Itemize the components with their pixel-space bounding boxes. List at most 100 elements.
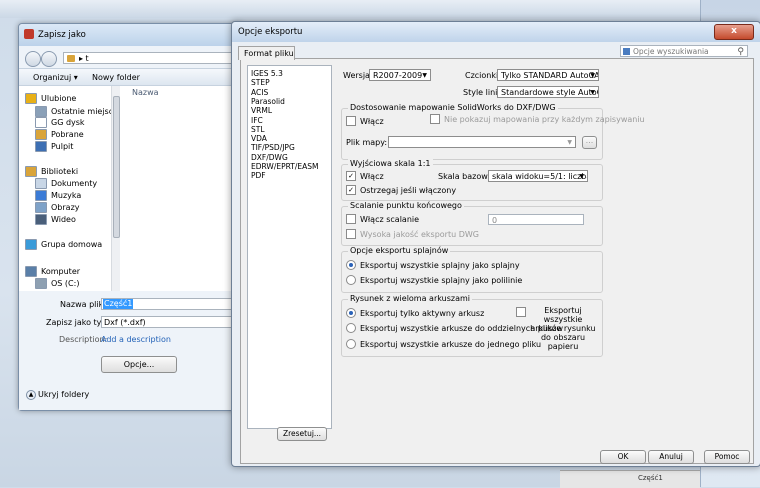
scale-warn-checkbox[interactable]: ✓ Ostrzegaj jeśli włączony bbox=[346, 184, 456, 197]
format-item[interactable]: PDF bbox=[251, 171, 266, 181]
version-select[interactable]: R2007-2009 ▼ bbox=[369, 69, 431, 81]
merge-group-title: Scalanie punktu końcowego bbox=[348, 201, 464, 210]
sheets-opt1-label: Eksportuj tylko aktywny arkusz bbox=[360, 309, 485, 318]
mapping-enable-checkbox[interactable]: Włącz bbox=[346, 115, 384, 128]
chevron-up-icon[interactable]: ▲ bbox=[26, 390, 36, 400]
tree-item-label: Muzyka bbox=[51, 191, 82, 200]
tree-item[interactable]: Ulubione bbox=[25, 93, 76, 105]
chevron-down-icon: ▼ bbox=[590, 89, 595, 96]
mapfile-label: Plik mapy: bbox=[346, 138, 388, 147]
tree-item-label: Obrazy bbox=[51, 203, 80, 212]
mapping-dont-show-checkbox[interactable]: Nie pokazuj mapowania przy każdym zapisy… bbox=[430, 113, 645, 126]
drive-icon bbox=[35, 278, 47, 289]
options-button[interactable]: Opcje... bbox=[101, 356, 177, 373]
file-icon bbox=[35, 117, 47, 128]
breadcrumb[interactable]: ▸ t bbox=[79, 54, 89, 63]
search-placeholder: Opcje wyszukiwania bbox=[633, 47, 709, 56]
cancel-button[interactable]: Anuluj bbox=[648, 450, 694, 464]
filename-value: Część1 bbox=[103, 299, 134, 309]
splines-group: Opcje eksportu splajnów Eksportuj wszyst… bbox=[341, 246, 603, 293]
chevron-down-icon: ▼ bbox=[422, 72, 427, 79]
forward-button[interactable] bbox=[41, 51, 57, 67]
address-bar[interactable]: ▸ t bbox=[63, 52, 239, 64]
sheets-single-radio[interactable]: Eksportuj wszystkie arkusze do jednego p… bbox=[346, 338, 541, 351]
tree-item[interactable]: Pulpit bbox=[35, 141, 73, 153]
merge-hq-label: Wysoka jakość eksportu DWG bbox=[360, 230, 479, 239]
mapping-group: Dostosowanie mapowanie SolidWorks do DXF… bbox=[341, 103, 645, 160]
search-options-input[interactable]: Opcje wyszukiwania ⚲ bbox=[620, 45, 748, 57]
scale-group-title: Wyjściowa skala 1:1 bbox=[348, 159, 433, 168]
scrollbar-thumb[interactable] bbox=[113, 96, 120, 238]
add-description-link[interactable]: Add a description bbox=[101, 335, 171, 344]
tab-file-format[interactable]: Format pliku bbox=[238, 46, 295, 60]
folder-icon bbox=[67, 55, 75, 62]
tree-item[interactable]: Grupa domowa bbox=[25, 239, 102, 251]
browse-button[interactable]: ... bbox=[582, 136, 597, 149]
mapping-enable-label: Włącz bbox=[360, 117, 384, 126]
tree-item-label: Pobrane bbox=[51, 130, 84, 139]
tree-item-label: GG dysk bbox=[51, 118, 85, 127]
merge-group: Scalanie punktu końcowego Włącz scalanie… bbox=[341, 201, 603, 246]
file-format-panel: IGES 5.3 STEP ACIS Parasolid VRML IFC STL VDA TI… bbox=[240, 58, 754, 464]
sheets-active-radio[interactable]: Eksportuj tylko aktywny arkusz bbox=[346, 307, 485, 320]
search-icon[interactable]: ⚲ bbox=[737, 46, 744, 58]
splines-as-polylines-radio[interactable]: Eksportuj wszystkie splajny jako polilin… bbox=[346, 274, 523, 287]
navigation-scrollbar[interactable] bbox=[111, 86, 120, 291]
options-icon bbox=[623, 48, 630, 55]
tree-item[interactable]: Biblioteki bbox=[25, 166, 78, 178]
tree-item-label: Komputer bbox=[41, 267, 81, 276]
tree-item[interactable]: GG dysk bbox=[35, 117, 85, 129]
merge-enable-checkbox[interactable]: Włącz scalanie bbox=[346, 213, 419, 226]
new-folder-button[interactable]: Nowy folder bbox=[92, 73, 140, 82]
close-button[interactable]: x bbox=[714, 24, 754, 40]
tree-item[interactable]: Wideo bbox=[35, 214, 76, 226]
export-options-dialog: Opcje eksportu x Format pliku Opcje wysz… bbox=[231, 21, 760, 467]
splines-as-splines-radio[interactable]: Eksportuj wszystkie splajny jako splajny bbox=[346, 259, 520, 272]
pictures-icon bbox=[35, 202, 47, 213]
format-list[interactable]: IGES 5.3 STEP ACIS Parasolid VRML IFC STL VDA TI… bbox=[247, 65, 332, 429]
radio-dot bbox=[346, 322, 356, 333]
tree-item-label: Grupa domowa bbox=[41, 240, 103, 249]
recent-places-icon bbox=[35, 106, 47, 117]
organize-menu[interactable]: Organizuj ▾ bbox=[33, 73, 78, 82]
tree-item[interactable]: Dokumenty bbox=[35, 178, 97, 190]
help-button[interactable]: Pomoc bbox=[704, 450, 750, 464]
save-options-area: Nazwa pliku: Część1 Zapisz jako typ: Dxf… bbox=[19, 292, 241, 410]
background-app-toolbar bbox=[0, 0, 700, 18]
scale-enable-label: Włącz bbox=[360, 172, 384, 181]
hide-folders-toggle[interactable]: Ukryj foldery bbox=[38, 390, 89, 399]
export-options-title: Opcje eksportu bbox=[238, 27, 303, 37]
mapfile-select[interactable]: ▼ bbox=[388, 136, 576, 148]
filename-input[interactable]: Część1 bbox=[101, 298, 241, 310]
filetype-label: Zapisz jako typ: bbox=[46, 318, 110, 327]
tree-item[interactable]: Obrazy bbox=[35, 202, 80, 214]
file-list[interactable]: Nazwa bbox=[120, 86, 241, 291]
tree-item[interactable]: OS (C:) bbox=[35, 278, 79, 290]
linestyle-value: Standardowe style AutoCAD bbox=[501, 88, 598, 97]
splines-opt2-label: Eksportuj wszystkie splajny jako polilin… bbox=[360, 276, 523, 285]
base-scale-select[interactable]: skala widoku=5/1: liczba=1▼ bbox=[488, 170, 588, 182]
tree-item[interactable]: Muzyka bbox=[35, 190, 81, 202]
video-icon bbox=[35, 214, 47, 225]
fonts-select[interactable]: Tylko STANDARD AutoCAD ▼ bbox=[497, 69, 599, 81]
radio-dot bbox=[346, 338, 356, 349]
sheets-paper-checkbox[interactable]: Eksportuj wszystkie arkusze rysunku do o… bbox=[516, 306, 598, 351]
tree-item[interactable]: Komputer bbox=[25, 266, 80, 278]
merge-hq-checkbox[interactable]: Wysoka jakość eksportu DWG bbox=[346, 228, 479, 241]
filetype-value: Dxf (*.dxf) bbox=[104, 318, 146, 327]
chevron-down-icon: ▼ bbox=[590, 72, 595, 79]
back-button[interactable] bbox=[25, 51, 41, 67]
merge-tolerance-input[interactable]: 0 bbox=[488, 214, 584, 225]
checkbox-box bbox=[430, 113, 440, 124]
merge-tolerance-value: 0 bbox=[492, 216, 498, 225]
filetype-select[interactable]: Dxf (*.dxf) bbox=[101, 316, 241, 328]
downloads-folder-icon bbox=[35, 129, 47, 140]
tree-item[interactable]: Pobrane bbox=[35, 129, 84, 141]
ok-button[interactable]: OK bbox=[600, 450, 646, 464]
column-header-name[interactable]: Nazwa bbox=[132, 88, 159, 97]
linestyle-select[interactable]: Standardowe style AutoCAD▼ bbox=[497, 86, 599, 98]
reset-button[interactable]: Zresetuj... bbox=[277, 427, 327, 441]
fonts-label: Czcionki: bbox=[465, 71, 501, 80]
scale-enable-checkbox[interactable]: ✓ Włącz bbox=[346, 170, 384, 183]
tree-item-label: Biblioteki bbox=[41, 167, 79, 176]
